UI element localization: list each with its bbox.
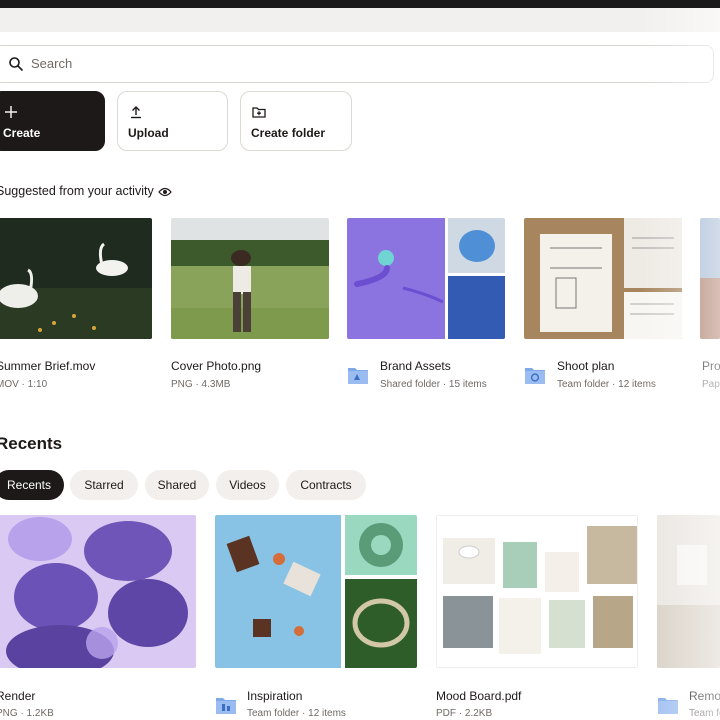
create-folder-button[interactable]: Create folder (240, 91, 352, 151)
recent-sub-inspiration: Team folder · 12 items (247, 708, 346, 719)
team-folder-icon (525, 368, 545, 384)
recent-thumbnail-inspiration[interactable] (215, 515, 417, 668)
suggested-sub-brand-assets: Shared folder · 15 items (380, 379, 487, 390)
suggested-sub-shoot-plan: Team folder · 12 items (557, 379, 656, 390)
suggested-title-summer-brief: Summer Brief.mov (0, 359, 96, 373)
suggested-sub-summer-brief: MOV · 1:10 (0, 379, 48, 390)
app-window: Search Create Upload Create folder Sugge… (0, 8, 720, 720)
recent-title-render: Render (0, 689, 36, 703)
create-button-label: Create (3, 126, 41, 140)
plus-icon (5, 106, 17, 118)
suggested-thumbnail-cover-photo[interactable] (171, 218, 329, 339)
create-button[interactable]: Create (0, 91, 105, 151)
upload-button-label: Upload (128, 126, 169, 140)
eye-icon[interactable] (158, 186, 172, 198)
search-icon (9, 57, 23, 71)
tab-videos[interactable]: Videos (216, 470, 279, 500)
suggested-title-cover-photo: Cover Photo.png (171, 359, 262, 373)
recent-title-mood-board: Mood Board.pdf (436, 689, 522, 703)
suggested-title-brand-assets: Brand Assets (380, 359, 451, 373)
tab-contracts[interactable]: Contracts (286, 470, 366, 500)
recents-heading: Recents (0, 434, 63, 453)
recent-sub-partial: Team fo (689, 708, 720, 719)
recent-sub-render: PNG · 1.2KB (0, 708, 54, 719)
search-placeholder: Search (31, 56, 73, 71)
upload-button[interactable]: Upload (117, 91, 228, 151)
folder-plus-icon (252, 107, 266, 118)
recent-title-partial: Remo (689, 689, 720, 703)
suggested-thumbnail-brand-assets[interactable] (347, 218, 505, 339)
suggested-sub-cover-photo: PNG · 4.3MB (171, 379, 231, 390)
suggested-title-partial: Pro (702, 359, 720, 373)
create-folder-button-label: Create folder (251, 126, 326, 140)
recent-sub-mood-board: PDF · 2.2KB (436, 708, 493, 719)
team-folder-icon (658, 698, 678, 714)
recent-thumbnail-partial[interactable] (657, 515, 720, 668)
suggested-thumbnail-summer-brief[interactable] (0, 218, 152, 339)
recent-title-inspiration: Inspiration (247, 689, 303, 703)
shared-folder-icon (348, 368, 368, 384)
tab-starred[interactable]: Starred (70, 470, 138, 500)
search-input[interactable]: Search (0, 45, 714, 83)
suggested-title-shoot-plan: Shoot plan (557, 359, 615, 373)
suggested-heading: Suggested from your activity (0, 184, 154, 198)
suggested-thumbnail-partial[interactable] (700, 218, 720, 339)
suggested-thumbnail-shoot-plan[interactable] (524, 218, 682, 339)
tab-shared[interactable]: Shared (145, 470, 209, 500)
upload-icon (131, 106, 141, 119)
tab-recents[interactable]: Recents (0, 470, 64, 500)
top-strip (0, 8, 720, 32)
team-folder-icon (216, 698, 236, 714)
recent-thumbnail-mood-board[interactable] (436, 515, 638, 668)
suggested-sub-partial: Pape (702, 379, 720, 390)
recent-thumbnail-render[interactable] (0, 515, 196, 668)
